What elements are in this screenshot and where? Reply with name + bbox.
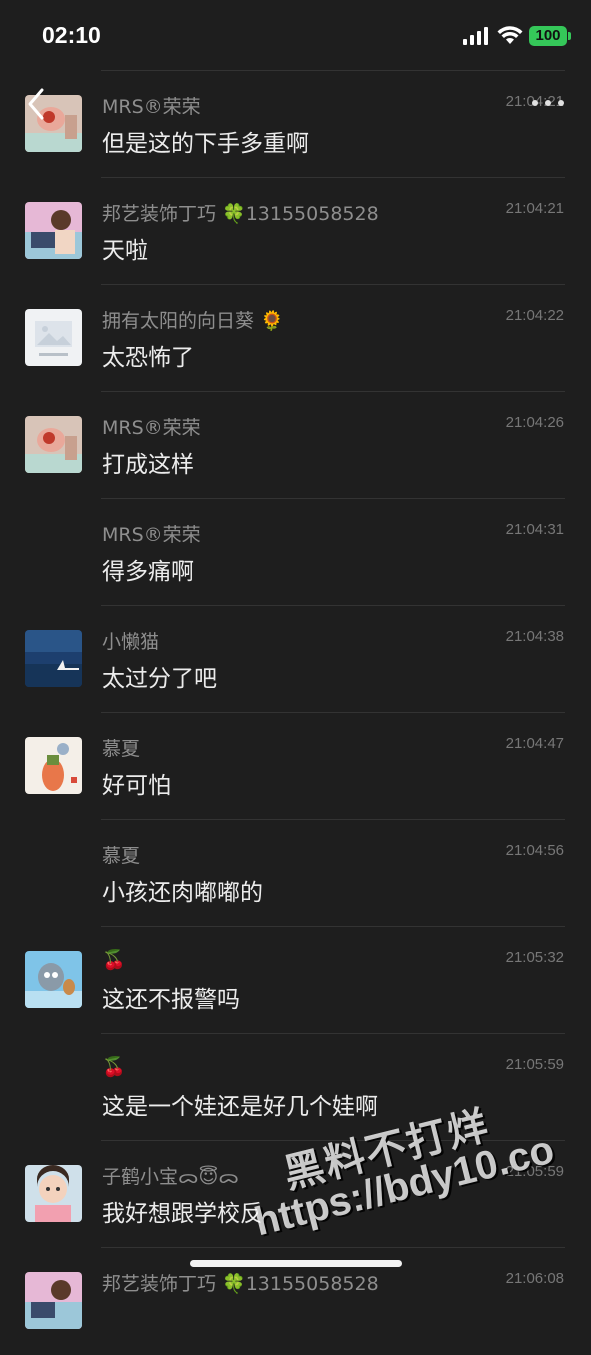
more-options-icon[interactable]: [528, 94, 568, 114]
wifi-icon: [497, 26, 523, 44]
comment-text: 打成这样: [102, 452, 194, 478]
comment-author: 邦艺装饰丁巧 🍀13155058528: [102, 1273, 379, 1295]
comment-time: 21:04:56: [505, 842, 564, 859]
comment-time: 21:05:59: [505, 1163, 564, 1180]
status-bar: 02:10 100: [0, 0, 591, 70]
comment-row: MRS®荣荣 21:04:31 得多痛啊: [0, 499, 591, 606]
avatar[interactable]: [25, 1165, 82, 1222]
comment-author: 拥有太阳的向日葵 🌻: [102, 310, 284, 332]
signal-icon: [463, 27, 488, 45]
comment-time: 21:05:59: [505, 1056, 564, 1073]
comment-text: 得多痛啊: [102, 559, 194, 585]
comment-author: MRS®荣荣: [102, 96, 201, 118]
comment-text: 这是一个娃还是好几个娃啊: [102, 1094, 378, 1120]
comment-row: 子鹤小宝ᯅ😇ᯅ 21:05:59 我好想跟学校反: [0, 1141, 591, 1248]
comment-author: 慕夏: [102, 738, 141, 760]
comment-author: 慕夏: [102, 845, 141, 867]
comment-text: 天啦: [102, 238, 148, 264]
comment-text: 太恐怖了: [102, 345, 194, 371]
avatar[interactable]: [25, 202, 82, 259]
comment-row: 慕夏 21:04:47 好可怕: [0, 713, 591, 820]
comment-row: 🍒 21:05:59 这是一个娃还是好几个娃啊: [0, 1034, 591, 1141]
comment-time: 21:04:26: [505, 414, 564, 431]
comment-row: 邦艺装饰丁巧 🍀13155058528 21:04:21 天啦: [0, 178, 591, 285]
back-chevron-icon[interactable]: [22, 86, 52, 122]
comment-author: 小懒猫: [102, 631, 160, 653]
comment-row: 🍒 21:05:32 这还不报警吗: [0, 927, 591, 1034]
avatar[interactable]: [25, 309, 82, 366]
comment-time: 21:04:22: [505, 307, 564, 324]
comment-text: 但是这的下手多重啊: [102, 131, 309, 157]
comment-time: 21:06:08: [505, 1270, 564, 1287]
status-time: 02:10: [42, 22, 101, 48]
comment-author: 🍒: [102, 949, 126, 971]
comment-text: 这还不报警吗: [102, 987, 240, 1013]
home-indicator[interactable]: [190, 1260, 402, 1267]
battery-icon: 100: [529, 26, 567, 46]
comment-time: 21:04:38: [505, 628, 564, 645]
comment-author: 🍒: [102, 1056, 126, 1078]
comment-row: 慕夏 21:04:56 小孩还肉嘟嘟的: [0, 820, 591, 927]
comment-time: 21:04:21: [505, 200, 564, 217]
avatar[interactable]: [25, 737, 82, 794]
avatar[interactable]: [25, 416, 82, 473]
comment-time: 21:04:31: [505, 521, 564, 538]
comment-row: 拥有太阳的向日葵 🌻 21:04:22 太恐怖了: [0, 285, 591, 392]
comment-row: 小懒猫 21:04:38 太过分了吧: [0, 606, 591, 713]
avatar[interactable]: [25, 630, 82, 687]
comment-row: MRS®荣荣 21:04:21 但是这的下手多重啊: [0, 71, 591, 178]
comment-author: MRS®荣荣: [102, 417, 201, 439]
comment-text: 我好想跟学校反: [102, 1201, 263, 1227]
avatar[interactable]: [25, 1272, 82, 1329]
comment-text: 好可怕: [102, 773, 171, 799]
battery-tip: [568, 32, 571, 40]
comment-text: 太过分了吧: [102, 666, 217, 692]
comment-time: 21:04:47: [505, 735, 564, 752]
comment-author: MRS®荣荣: [102, 524, 201, 546]
comment-row: MRS®荣荣 21:04:26 打成这样: [0, 392, 591, 499]
comment-author: 子鹤小宝ᯅ😇ᯅ: [102, 1166, 239, 1188]
comment-time: 21:05:32: [505, 949, 564, 966]
comment-author: 邦艺装饰丁巧 🍀13155058528: [102, 203, 379, 225]
comment-text: 小孩还肉嘟嘟的: [102, 880, 263, 906]
avatar[interactable]: [25, 951, 82, 1008]
